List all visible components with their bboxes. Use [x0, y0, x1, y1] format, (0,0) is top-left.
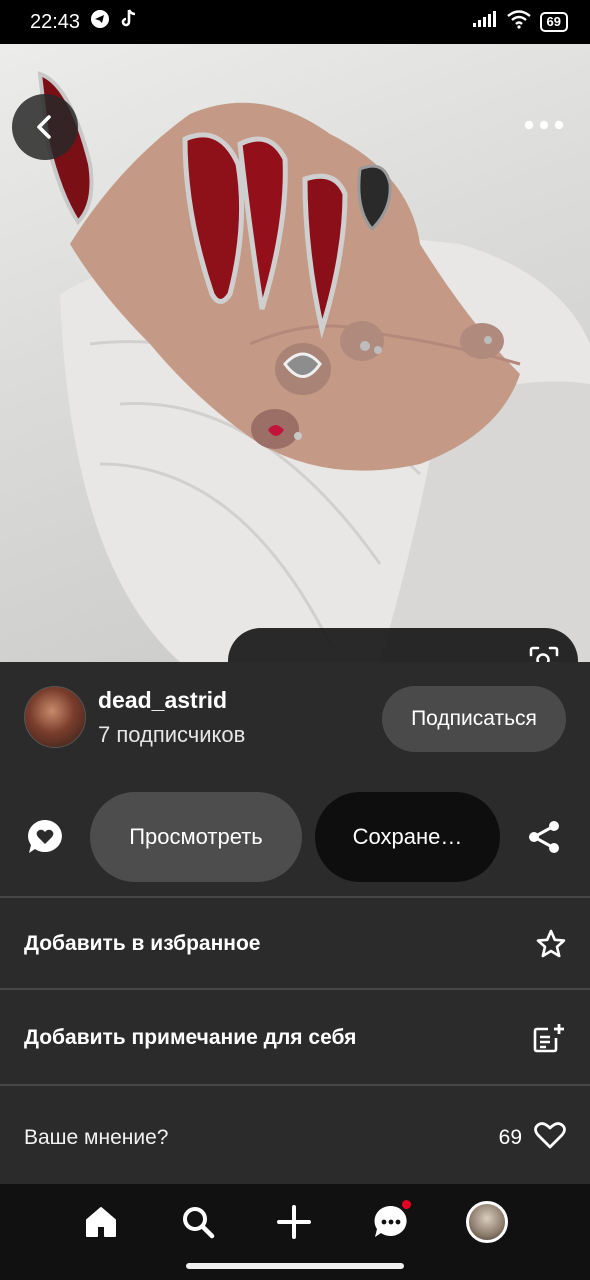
visual-search-button[interactable] — [524, 641, 564, 662]
share-icon[interactable] — [527, 819, 561, 860]
nav-messages[interactable] — [367, 1198, 415, 1246]
back-button[interactable] — [12, 94, 78, 160]
wifi-icon — [506, 9, 532, 35]
home-icon — [86, 1207, 116, 1237]
divider — [0, 1084, 590, 1086]
add-note-icon — [532, 1023, 566, 1053]
lens-search-icon — [529, 646, 559, 662]
author-info[interactable]: dead_astrid 7 подписчиков — [24, 686, 245, 748]
add-note-label: Добавить примечание для себя — [24, 1026, 357, 1049]
profile-avatar — [466, 1201, 508, 1243]
more-dots-icon — [524, 120, 564, 130]
add-to-favorites-row[interactable]: Добавить в избранное — [0, 898, 590, 990]
opinion-label: Ваше мнение? — [24, 1126, 169, 1149]
tiktok-icon — [120, 9, 138, 35]
nav-profile[interactable] — [463, 1198, 511, 1246]
author-avatar[interactable] — [24, 686, 86, 748]
nails-photo — [37, 71, 590, 662]
visual-search-bar — [228, 628, 578, 662]
comment-icon[interactable] — [26, 818, 64, 861]
home-indicator[interactable] — [186, 1263, 404, 1269]
add-note-row[interactable]: Добавить примечание для себя — [0, 992, 590, 1084]
battery-indicator: 69 — [539, 12, 568, 32]
more-options-button[interactable] — [520, 108, 568, 142]
pin-image[interactable] — [0, 44, 590, 662]
search-icon — [183, 1207, 215, 1239]
nav-create[interactable] — [270, 1198, 318, 1246]
subscribe-button[interactable]: Подписаться — [382, 686, 566, 752]
divider — [0, 988, 590, 990]
nav-home[interactable] — [77, 1198, 125, 1246]
pin-actions: Просмотреть Сохране… — [0, 792, 590, 882]
status-bar: 22:43 69 — [0, 0, 590, 44]
heart-icon[interactable] — [534, 1121, 566, 1155]
pin-details-panel: dead_astrid 7 подписчиков Подписаться Пр… — [0, 662, 590, 1184]
telegram-icon — [90, 9, 110, 35]
save-button[interactable]: Сохране… — [315, 792, 500, 882]
signal-icon — [472, 10, 498, 34]
message-icon — [374, 1205, 407, 1237]
author-subscribers: 7 подписчиков — [98, 721, 246, 747]
author-name[interactable]: dead_astrid — [98, 687, 245, 714]
notification-dot — [402, 1200, 411, 1209]
view-button[interactable]: Просмотреть — [90, 792, 302, 882]
likes-count: 69 — [498, 1126, 522, 1149]
add-to-favorites-label: Добавить в избранное — [24, 932, 261, 955]
opinion-row: Ваше мнение? 69 — [0, 1092, 590, 1184]
chevron-left-icon — [37, 115, 51, 139]
star-icon — [536, 929, 566, 959]
plus-icon — [277, 1205, 311, 1239]
nav-search[interactable] — [174, 1198, 222, 1246]
status-time: 22:43 — [30, 10, 81, 33]
